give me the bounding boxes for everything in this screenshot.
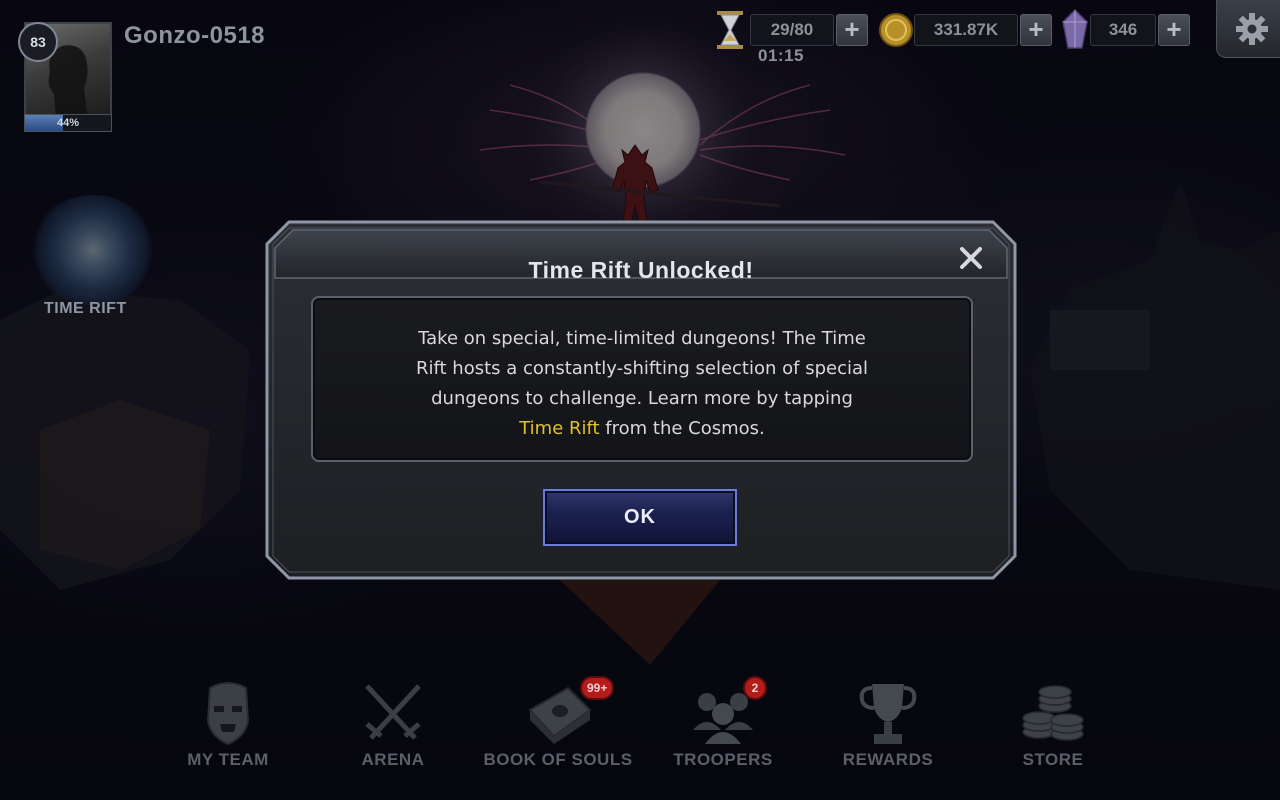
nav-book-of-souls-label: BOOK OF SOULS <box>483 750 633 769</box>
ok-button[interactable]: OK <box>543 489 737 546</box>
player-level-badge: 83 <box>18 22 58 62</box>
energy-refill-timer: 01:15 <box>758 46 804 65</box>
energy-counter: 29/80 <box>750 14 834 46</box>
trophy-icon <box>859 684 917 744</box>
player-name: Gonzo-0518 <box>124 22 266 49</box>
settings-button[interactable] <box>1216 0 1280 58</box>
crystal-counter: 346 <box>1090 14 1156 46</box>
crystal-resource: 346 + <box>1060 8 1190 49</box>
helmet-icon <box>206 682 250 746</box>
nav-arena[interactable]: ARENA <box>313 680 473 780</box>
nav-troopers-label: TROOPERS <box>673 750 773 769</box>
nav-rewards[interactable]: REWARDS <box>808 680 968 780</box>
add-crystals-button[interactable]: + <box>1158 14 1190 46</box>
nav-book-of-souls[interactable]: 99+ BOOK OF SOULS <box>478 676 638 780</box>
nav-store-label: STORE <box>1022 750 1084 769</box>
gold-counter: 331.87K <box>914 14 1018 46</box>
time-rift-map-label[interactable]: TIME RIFT <box>44 300 127 318</box>
gold-resource: 331.87K + <box>878 13 1052 47</box>
nav-store[interactable]: STORE <box>973 680 1133 780</box>
player-xp-bar: 44% <box>24 114 112 132</box>
nav-my-team[interactable]: MY TEAM <box>148 680 308 780</box>
ok-button-label: OK <box>624 506 656 528</box>
time-rift-unlocked-dialog: Time Rift Unlocked! Take on special, tim… <box>265 220 1017 580</box>
dialog-message-line-3: dungeons to challenge. Learn more by tap… <box>431 388 853 409</box>
hourglass-icon <box>717 11 743 49</box>
dialog-message-line-1: Take on special, time-limited dungeons! … <box>418 328 866 349</box>
add-gold-button[interactable]: + <box>1020 14 1052 46</box>
crossed-swords-icon <box>365 684 421 740</box>
gear-icon <box>1236 13 1268 45</box>
troopers-badge: 2 <box>743 676 767 700</box>
gold-coin-icon <box>879 13 913 47</box>
nav-rewards-label: REWARDS <box>842 750 934 769</box>
nav-my-team-label: MY TEAM <box>187 750 269 769</box>
dialog-message: Take on special, time-limited dungeons! … <box>313 324 971 444</box>
coin-stack-icon <box>1022 685 1084 741</box>
dialog-title: Time Rift Unlocked! <box>528 257 754 283</box>
dialog-message-panel: Take on special, time-limited dungeons! … <box>311 296 973 462</box>
time-rift-highlight: Time Rift <box>519 418 600 439</box>
close-icon[interactable] <box>955 242 987 274</box>
nav-arena-label: ARENA <box>361 750 425 769</box>
dialog-message-tail: from the Cosmos. <box>599 418 765 439</box>
energy-resource: 29/80 + <box>712 11 868 49</box>
dialog-message-line-2: Rift hosts a constantly-shifting selecti… <box>415 358 869 379</box>
nav-troopers[interactable]: 2 TROOPERS <box>643 676 803 780</box>
book-of-souls-badge: 99+ <box>580 676 615 700</box>
crystal-icon <box>1062 8 1088 49</box>
dialog-message-line-4: Time Rift from the Cosmos. <box>313 414 971 444</box>
player-xp-label: 44% <box>56 117 80 129</box>
add-energy-button[interactable]: + <box>836 14 868 46</box>
